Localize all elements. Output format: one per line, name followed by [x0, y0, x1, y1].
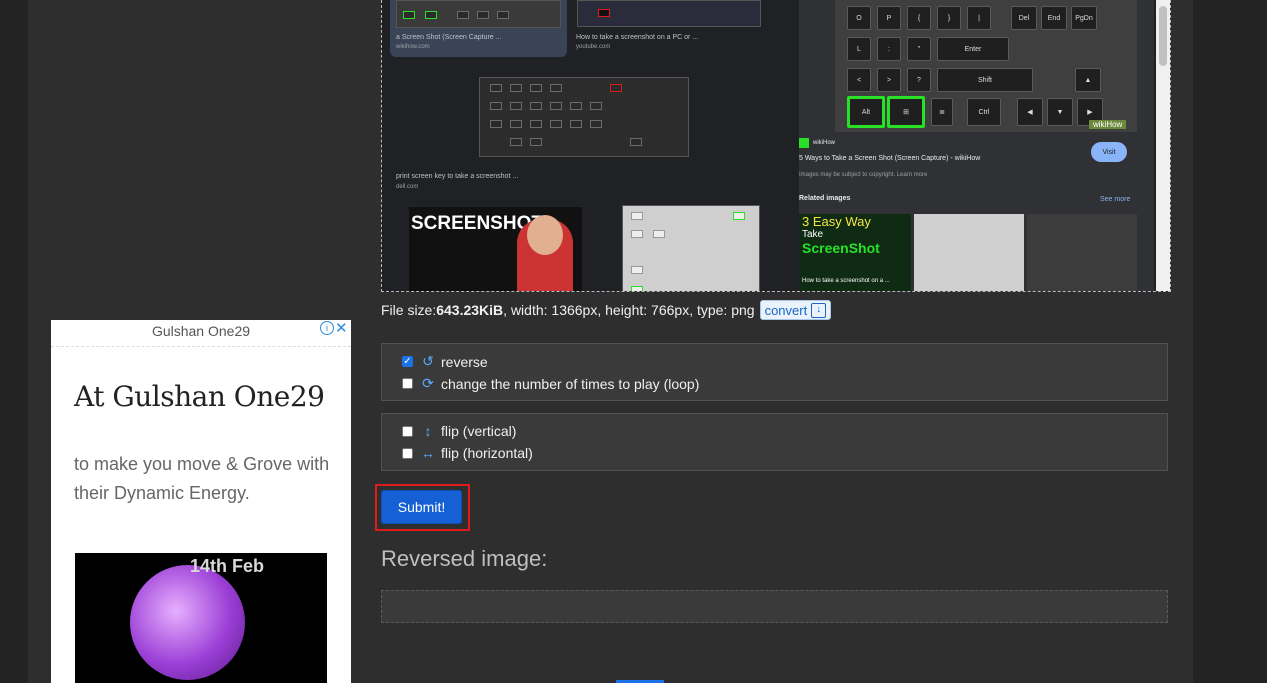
key: End [1041, 6, 1067, 30]
flip-options-box: ↕ flip (vertical) ↔ flip (horizontal) [381, 413, 1168, 471]
reverse-options-box: ✓ ↺ reverse ⟳ change the number of times… [381, 343, 1168, 401]
key: } [937, 6, 961, 30]
key: Shift [937, 68, 1033, 92]
keyboard-thumbnail [479, 77, 689, 157]
ad-close-icon[interactable]: ✕ [335, 320, 348, 337]
preview-scrollbar [1156, 0, 1170, 291]
key-alt: Alt [847, 96, 885, 128]
convert-button[interactable]: convert ↓ [759, 300, 832, 320]
key-down-arrow: ▼ [1047, 98, 1073, 126]
file-size-value: 643.23KiB [436, 302, 504, 318]
ad-headline: At Gulshan One29 [74, 380, 325, 413]
flip-vertical-label: flip (vertical) [441, 423, 517, 439]
file-size-label: File size: [381, 302, 437, 318]
key-up-arrow: ▲ [1075, 68, 1101, 92]
reverse-option: ✓ ↺ reverse [402, 353, 488, 370]
submit-button[interactable]: Submit! [381, 490, 462, 524]
ad-divider [51, 346, 351, 347]
related-overlay: Take [802, 229, 824, 240]
key: " [907, 37, 931, 61]
result-source: youtube.com [576, 44, 611, 50]
convert-label: convert [764, 302, 808, 318]
related-image [914, 214, 1024, 291]
result-card-selected: a Screen Shot (Screen Capture ... wikiho… [390, 0, 567, 57]
key: { [907, 6, 931, 30]
result-source: wikihow.com [396, 44, 430, 50]
reverse-checkbox[interactable]: ✓ [402, 356, 413, 367]
brand-icon [799, 138, 809, 148]
key: O [847, 6, 871, 30]
flip-horizontal-option: ↔ flip (horizontal) [402, 445, 533, 461]
flip-vertical-option: ↕ flip (vertical) [402, 423, 516, 439]
ad-info-icon[interactable]: i [320, 321, 334, 335]
related-caption: How to take a screenshot on a ... [802, 278, 890, 284]
result-output-box [381, 590, 1168, 623]
key: Enter [937, 37, 1009, 61]
key: | [967, 6, 991, 30]
related-images-heading: Related images [799, 195, 851, 202]
flip-horizontal-checkbox[interactable] [402, 447, 413, 459]
horizontal-arrow-icon: ↔ [421, 445, 435, 461]
related-image: 3 Easy Way Take ScreenShot How to take a… [799, 214, 911, 291]
related-image [1027, 214, 1137, 291]
side-brand: wikiHow [813, 140, 836, 146]
vertical-arrow-icon: ↕ [424, 423, 432, 439]
key: ? [907, 68, 931, 92]
download-arrow-icon: ↓ [811, 302, 827, 318]
related-overlay: ScreenShot [802, 240, 880, 256]
file-dimensions: , width: 1366px, height: 766px, type: pn… [503, 302, 755, 318]
related-overlay: 3 Easy Way [802, 214, 871, 229]
key: L [847, 37, 871, 61]
keyboard-large-image: O P { } | Del End PgDn L : " Enter < > ?… [835, 0, 1137, 132]
ad-date-text: 14th Feb [190, 556, 265, 576]
visit-button: Visit [1091, 142, 1127, 162]
key: : [877, 37, 901, 61]
ad-photo-circle [130, 565, 245, 680]
key-windows-icon: ⊞ [887, 96, 925, 128]
keyboard-thumbnail [396, 0, 561, 28]
watermark: wikiHow [1089, 120, 1127, 129]
key: P [877, 6, 901, 30]
key: < [847, 68, 871, 92]
flip-horizontal-label: flip (horizontal) [441, 445, 533, 461]
loop-option: ⟳ change the number of times to play (lo… [402, 375, 699, 392]
reverse-icon: ↺ [422, 353, 434, 369]
loop-icon: ⟳ [422, 375, 434, 391]
reverse-label: reverse [441, 353, 488, 370]
search-results-column: a Screen Shot (Screen Capture ... wikiho… [382, 0, 777, 291]
result-caption: How to take a screenshot on a PC or ... [576, 34, 699, 41]
result-source: dell.com [396, 184, 419, 190]
see-more-link: See more [1100, 196, 1131, 203]
flip-vertical-checkbox[interactable] [402, 425, 413, 437]
result-caption: print screen key to take a screenshot ..… [396, 173, 519, 180]
ad-image: 14th Feb [75, 553, 327, 683]
uploaded-image-preview: a Screen Shot (Screen Capture ... wikiho… [381, 0, 1171, 292]
result-caption: a Screen Shot (Screen Capture ... [396, 34, 502, 41]
file-info: File size: 643.23KiB , width: 1366px, he… [381, 300, 832, 320]
copyright-note: Images may be subject to copyright. Lear… [799, 172, 928, 178]
keyboard-thumbnail [622, 205, 760, 291]
person-face [527, 215, 563, 255]
loop-checkbox[interactable] [402, 378, 413, 389]
key: > [877, 68, 901, 92]
result-heading: Reversed image: [381, 546, 548, 571]
image-side-panel: O P { } | Del End PgDn L : " Enter < > ?… [799, 0, 1154, 291]
key-menu-icon: ≣ [931, 98, 953, 126]
keyboard-thumbnail [577, 0, 761, 27]
ad-body-text: to make you move & Grove with their Dyna… [74, 454, 330, 503]
ad-brand: Gulshan One29 [151, 323, 251, 339]
side-title: 5 Ways to Take a Screen Shot (Screen Cap… [799, 155, 981, 162]
key: Ctrl [967, 98, 1001, 126]
screenshot-thumbnail: SCREENSHOT [409, 207, 582, 291]
advertisement[interactable]: Gulshan One29 i ✕ At Gulshan One29 to ma… [51, 320, 351, 683]
key-left-arrow: ◀ [1017, 98, 1043, 126]
loop-label: change the number of times to play (loop… [441, 375, 700, 392]
key: Del [1011, 6, 1037, 30]
key: PgDn [1071, 6, 1097, 30]
